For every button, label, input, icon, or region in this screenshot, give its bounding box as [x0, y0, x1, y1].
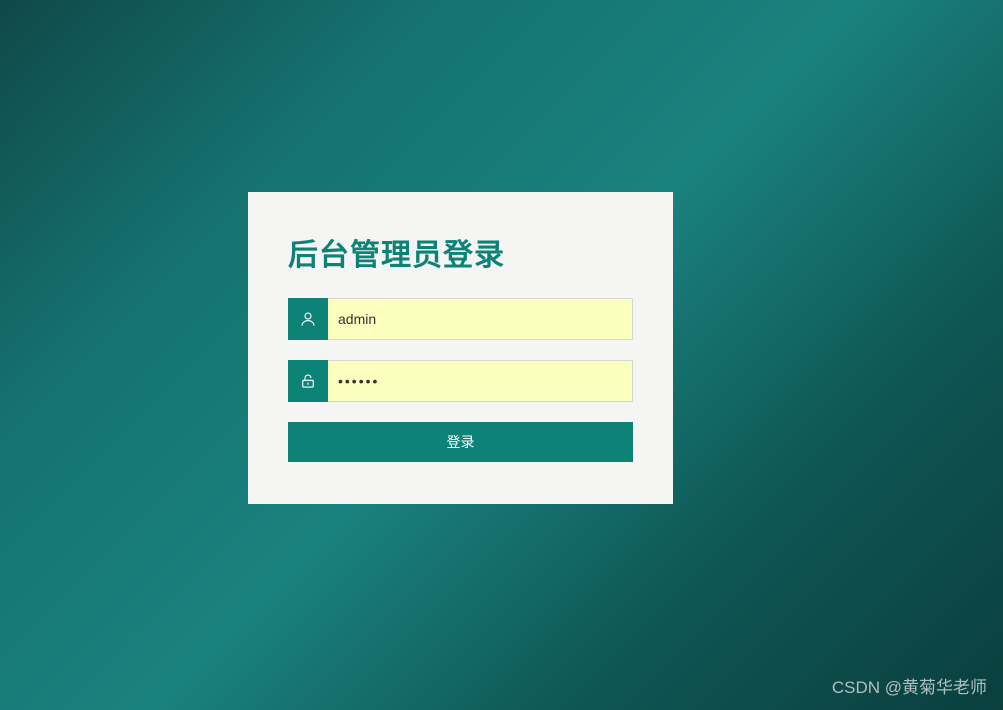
password-input[interactable] [328, 360, 633, 402]
lock-icon [288, 360, 328, 402]
username-input[interactable] [328, 298, 633, 340]
login-button[interactable]: 登录 [288, 422, 633, 462]
password-row [288, 360, 633, 402]
username-row [288, 298, 633, 340]
login-title: 后台管理员登录 [288, 230, 633, 274]
user-icon [288, 298, 328, 340]
watermark-text: CSDN @黄菊华老师 [832, 673, 987, 698]
login-panel: 后台管理员登录 登录 [248, 192, 673, 504]
